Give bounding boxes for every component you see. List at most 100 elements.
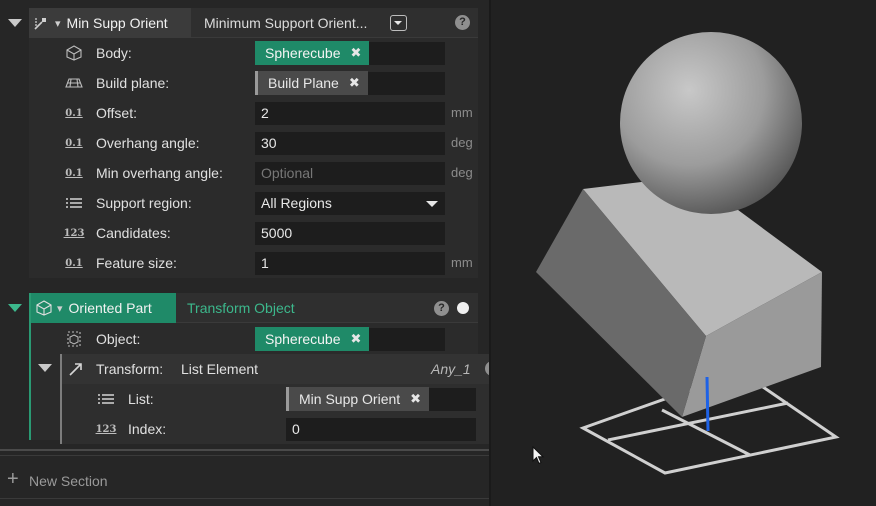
node-editor-panel: ▾ Min Supp Orient Minimum Support Orient… bbox=[0, 0, 510, 506]
param-row-list: List: Min Supp Orient ✖ bbox=[62, 384, 510, 414]
param-row-offset: 0.1 Offset: 2 mm bbox=[29, 98, 478, 128]
close-x-icon[interactable]: ✖ bbox=[351, 45, 362, 61]
3d-viewport[interactable] bbox=[491, 0, 876, 506]
decimal-0.1-icon: 0.1 bbox=[65, 257, 83, 269]
chevron-down-icon bbox=[426, 201, 438, 207]
node2-name: Oriented Part bbox=[68, 300, 152, 316]
close-x-icon[interactable]: ✖ bbox=[349, 75, 360, 91]
body-chip[interactable]: Spherecube ✖ bbox=[255, 41, 370, 65]
list-icon bbox=[64, 196, 84, 210]
arrow-transform-icon bbox=[68, 361, 84, 380]
param-label: Feature size: bbox=[96, 255, 177, 271]
param-label: Build plane: bbox=[96, 75, 170, 91]
status-dot bbox=[457, 302, 469, 314]
param-label: Body: bbox=[96, 45, 132, 61]
param-label: Object: bbox=[96, 331, 141, 347]
param-label: Support region: bbox=[96, 195, 192, 211]
index-value: 0 bbox=[292, 421, 300, 437]
overhang-angle-input[interactable]: 30 bbox=[255, 132, 445, 155]
close-x-icon[interactable]: ✖ bbox=[351, 331, 362, 347]
chip-label: Spherecube bbox=[265, 45, 341, 61]
transform-subnode: Transform: List Element Any_1 ? List: Mi… bbox=[60, 354, 510, 444]
triangle-down-icon bbox=[8, 19, 22, 27]
chip-label: Build Plane bbox=[268, 75, 339, 91]
viewport-canvas bbox=[536, 32, 840, 475]
param-label: List: bbox=[128, 391, 154, 407]
param-row-support-region: Support region: All Regions bbox=[29, 188, 478, 218]
decimal-0.1-icon: 0.1 bbox=[65, 107, 83, 119]
orient-node-icon bbox=[29, 8, 55, 38]
unit-label: mm bbox=[451, 105, 473, 120]
overhang-angle-value: 30 bbox=[261, 135, 277, 151]
unit-label: deg bbox=[451, 165, 473, 180]
type-hint: Any_1 bbox=[431, 361, 471, 377]
decimal-0.1-icon: 0.1 bbox=[65, 137, 83, 149]
triangle-down-icon bbox=[8, 304, 22, 312]
list-chip[interactable]: Min Supp Orient ✖ bbox=[286, 387, 430, 411]
triangle-down-icon bbox=[38, 364, 52, 372]
chevron-down-icon[interactable]: ▾ bbox=[57, 302, 63, 315]
min-overhang-angle-input[interactable]: Optional bbox=[255, 162, 445, 185]
new-section-button[interactable]: + New Section bbox=[0, 466, 489, 494]
decimal-0.1-icon: 0.1 bbox=[65, 167, 83, 179]
param-label: Offset: bbox=[96, 105, 137, 121]
param-row-overhang-angle: 0.1 Overhang angle: 30 deg bbox=[29, 128, 478, 158]
node1-operation-title[interactable]: Minimum Support Orient... bbox=[204, 15, 367, 31]
help-icon[interactable]: ? bbox=[455, 15, 470, 30]
build-plane-chip[interactable]: Build Plane ✖ bbox=[255, 71, 368, 95]
feature-size-value: 1 bbox=[261, 255, 269, 271]
chevron-down-icon bbox=[394, 21, 402, 25]
spherecube-sphere bbox=[620, 32, 802, 214]
chip-label: Min Supp Orient bbox=[299, 391, 401, 407]
param-row-object: Object: Spherecube ✖ bbox=[31, 324, 478, 354]
param-label: Candidates: bbox=[96, 225, 171, 241]
candidates-input[interactable]: 5000 bbox=[255, 222, 445, 245]
param-row-build-plane: Build plane: Build Plane ✖ bbox=[29, 68, 478, 98]
param-label: Index: bbox=[128, 421, 167, 437]
plus-icon: + bbox=[7, 468, 19, 490]
list-icon bbox=[96, 392, 116, 406]
node1-name: Min Supp Orient bbox=[66, 15, 168, 31]
param-row-candidates: 123 Candidates: 5000 bbox=[29, 218, 478, 248]
param-row-body: Body: Spherecube ✖ bbox=[29, 38, 478, 68]
divider bbox=[0, 455, 489, 456]
candidates-value: 5000 bbox=[261, 225, 293, 241]
unit-label: mm bbox=[451, 255, 473, 270]
chip-label: Spherecube bbox=[265, 331, 341, 347]
support-region-select[interactable]: All Regions bbox=[255, 192, 445, 215]
feature-size-input[interactable]: 1 bbox=[255, 252, 445, 275]
chevron-down-icon[interactable]: ▾ bbox=[55, 17, 61, 30]
mouse-cursor-icon bbox=[532, 446, 545, 465]
orient-node-icon bbox=[31, 293, 57, 323]
object-icon bbox=[64, 331, 84, 347]
integer-123-icon: 123 bbox=[95, 423, 117, 435]
divider bbox=[0, 449, 489, 451]
plane-icon bbox=[64, 76, 84, 90]
param-row-min-overhang-angle: 0.1 Min overhang angle: Optional deg bbox=[29, 158, 478, 188]
node2-tag[interactable]: ▾ Oriented Part bbox=[31, 293, 176, 323]
transform-operation[interactable]: List Element bbox=[181, 361, 258, 377]
transform-header: Transform: List Element Any_1 ? bbox=[62, 354, 510, 384]
param-label: Min overhang angle: bbox=[96, 165, 223, 181]
build-direction-axis bbox=[705, 376, 710, 432]
placeholder-text: Optional bbox=[261, 165, 314, 181]
object-chip[interactable]: Spherecube ✖ bbox=[255, 327, 370, 351]
operation-dropdown-button[interactable] bbox=[390, 15, 407, 31]
close-x-icon[interactable]: ✖ bbox=[410, 391, 421, 407]
param-row-index: 123 Index: 0 bbox=[62, 414, 510, 444]
param-label: Overhang angle: bbox=[96, 135, 200, 151]
node1-header: ▾ Min Supp Orient Minimum Support Orient… bbox=[29, 8, 478, 38]
offset-input[interactable]: 2 bbox=[255, 102, 445, 125]
node2-header: ▾ Oriented Part Transform Object ? bbox=[31, 293, 478, 323]
new-section-label: New Section bbox=[29, 473, 108, 489]
offset-value: 2 bbox=[261, 105, 269, 121]
node2-operation-title[interactable]: Transform Object bbox=[187, 300, 295, 316]
unit-label: deg bbox=[451, 135, 473, 150]
node1-section: ▾ Min Supp Orient Minimum Support Orient… bbox=[29, 8, 478, 278]
index-input[interactable]: 0 bbox=[286, 418, 476, 441]
transform-label: Transform: bbox=[96, 361, 164, 377]
node1-tag[interactable]: ▾ Min Supp Orient bbox=[29, 8, 191, 38]
integer-123-icon: 123 bbox=[63, 227, 85, 239]
help-icon[interactable]: ? bbox=[434, 301, 449, 316]
spherecube-cube bbox=[536, 176, 822, 417]
